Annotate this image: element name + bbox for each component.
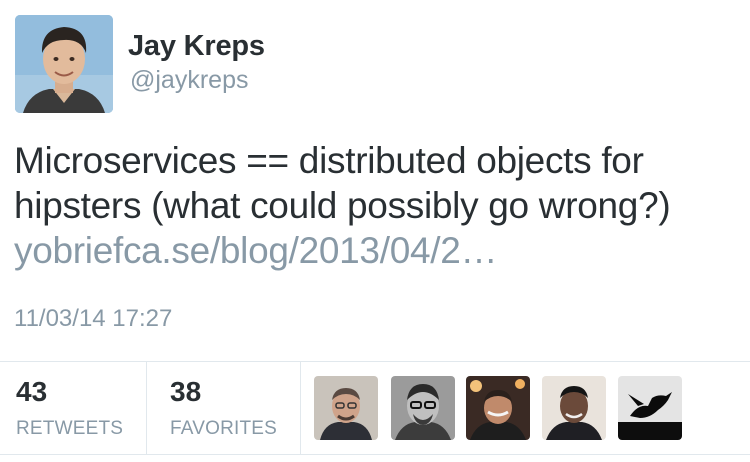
favorites-label: FAVORITES xyxy=(170,418,278,439)
favoriter-avatar[interactable] xyxy=(542,376,606,440)
favoriter-avatar[interactable] xyxy=(618,376,682,440)
retweets-count: 43 xyxy=(16,376,48,407)
tweet-text: Microservices == distributed objects for… xyxy=(14,138,744,273)
tweet-line: hipsters (what could possibly go wrong?) xyxy=(14,185,671,226)
tweet-timestamp[interactable]: 11/03/14 17:27 xyxy=(14,305,172,333)
favoriter-avatar[interactable] xyxy=(314,376,378,440)
favoriter-avatar[interactable] xyxy=(391,376,455,440)
stats-divider-top xyxy=(0,361,750,362)
retweets-stat[interactable]: 43 RETWEETS xyxy=(16,376,123,440)
author-avatar[interactable] xyxy=(15,15,113,113)
favoriter-avatar[interactable] xyxy=(466,376,530,440)
tweet-link[interactable]: yobriefca.se/blog/2013/04/2… xyxy=(14,228,744,273)
author-name[interactable]: Jay Kreps xyxy=(128,30,265,63)
retweets-label: RETWEETS xyxy=(16,418,124,439)
favorites-count: 38 xyxy=(170,376,202,407)
favorites-stat[interactable]: 38 FAVORITES xyxy=(170,376,277,440)
author-handle[interactable]: @jaykreps xyxy=(130,66,248,95)
stat-separator xyxy=(146,362,147,454)
stat-separator xyxy=(300,362,301,454)
tweet-line: Microservices == distributed objects for xyxy=(14,140,644,181)
stats-divider-bottom xyxy=(0,454,750,455)
